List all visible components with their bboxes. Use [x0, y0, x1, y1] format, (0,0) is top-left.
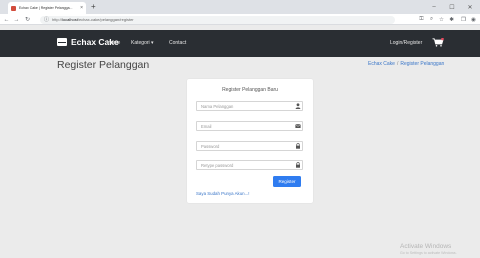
breadcrumb: Echax Cake / Register Pelanggan	[368, 61, 444, 67]
lock-icon	[296, 143, 300, 149]
maximize-icon[interactable]: ☐	[444, 0, 460, 14]
nav-link-kategori[interactable]: Kategori ▾	[131, 40, 154, 46]
reload-icon[interactable]: ↻	[23, 14, 32, 25]
nav-link-home[interactable]: Home	[107, 40, 120, 46]
site-navbar: Echax Cake Home Kategori ▾ Contact Login…	[0, 30, 480, 57]
browser-toolbar: ← → ↻ ⓘ http://localhost/echax-cake/pela…	[0, 14, 480, 25]
cart-icon[interactable]	[432, 38, 444, 47]
tab-close-icon[interactable]: ×	[80, 5, 83, 11]
extension-icon[interactable]: ✱	[448, 16, 455, 23]
info-icon[interactable]: ⓘ	[44, 16, 49, 23]
envelope-icon	[295, 124, 301, 128]
lock-icon	[296, 162, 300, 168]
nav-link-contact[interactable]: Contact	[169, 40, 186, 46]
back-arrow-icon[interactable]: ←	[2, 14, 11, 25]
window-close-icon[interactable]: ✕	[462, 0, 478, 14]
breadcrumb-separator: /	[396, 61, 399, 67]
activate-windows-subtitle: Go to Settings to activate Windows.	[400, 251, 457, 255]
already-have-account-link[interactable]: Saya Sudah Punya Akun...!	[196, 191, 249, 196]
user-icon	[295, 103, 301, 109]
name-field[interactable]	[196, 101, 303, 111]
register-button[interactable]: Register	[273, 176, 301, 187]
new-tab-button[interactable]: +	[91, 2, 96, 12]
breadcrumb-home-link[interactable]: Echax Cake	[368, 61, 395, 67]
page-title: Register Pelanggan	[57, 59, 150, 71]
register-card: Register Pelanggan Baru Register Saya Su…	[187, 79, 313, 203]
tab-title: Echax Cake | Register Pelangga...	[19, 6, 73, 10]
form-heading: Register Pelanggan Baru	[222, 87, 278, 93]
tab-favicon-icon	[11, 5, 16, 11]
profile-icon[interactable]: ◉	[470, 16, 477, 23]
email-field[interactable]	[196, 121, 303, 131]
url-text: http://localhost/echax-cake/pelanggan/re…	[52, 17, 134, 22]
retype-password-field[interactable]	[196, 160, 303, 170]
password-field[interactable]	[196, 141, 303, 151]
address-bar[interactable]: ⓘ http://localhost/echax-cake/pelanggan/…	[40, 15, 395, 24]
minimize-icon[interactable]: –	[426, 0, 442, 14]
browser-tab[interactable]: Echax Cake | Register Pelangga... ×	[8, 2, 86, 14]
key-icon[interactable]: ⚿	[418, 16, 425, 23]
tab-search-icon[interactable]: ❐	[460, 16, 467, 23]
zoom-icon[interactable]: ⌕	[428, 16, 435, 23]
breadcrumb-current: Register Pelanggan	[400, 61, 445, 67]
forward-arrow-icon[interactable]: →	[12, 14, 21, 25]
bookmark-star-icon[interactable]: ☆	[438, 16, 445, 23]
cake-box-icon	[57, 38, 67, 46]
login-register-link[interactable]: Login/Register	[390, 40, 422, 46]
activate-windows-title: Activate Windows	[400, 243, 452, 250]
browser-tab-strip: Echax Cake | Register Pelangga... × + – …	[0, 0, 480, 14]
